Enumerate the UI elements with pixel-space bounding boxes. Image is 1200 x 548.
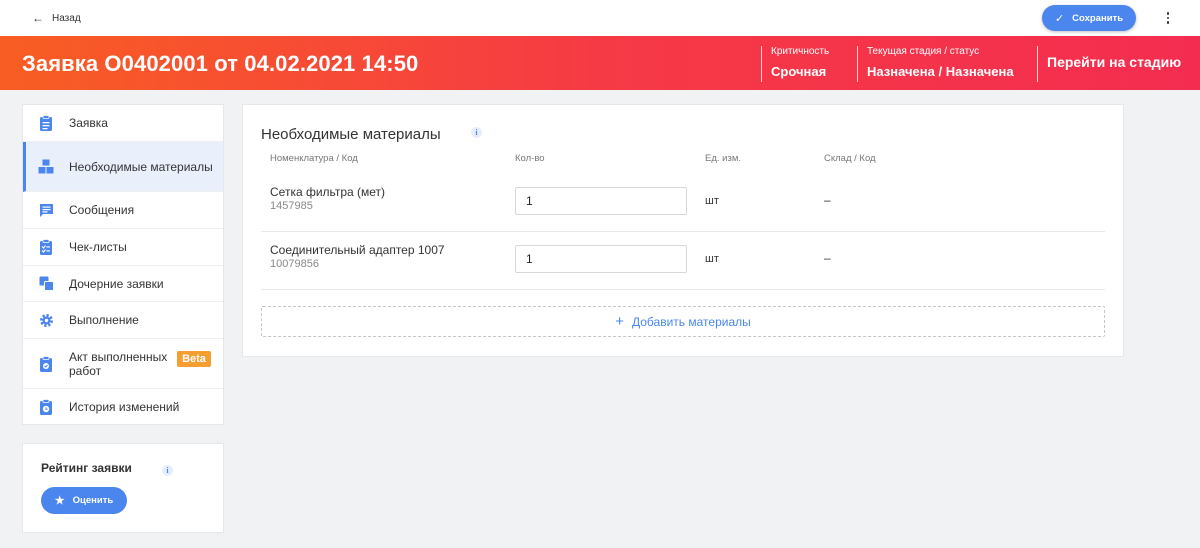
sidebar-item-request[interactable]: Заявка: [23, 105, 223, 142]
back-label: Назад: [52, 12, 81, 24]
unit-value: шт: [705, 195, 719, 207]
column-header-nomenclature: Номенклатура / Код: [270, 153, 358, 164]
page-title: Заявка O0402001 от 04.02.2021 14:50: [22, 51, 419, 76]
check-icon: ✓: [1054, 12, 1065, 25]
sidebar-item-label: Дочерние заявки: [69, 276, 164, 291]
save-label: Сохранить: [1072, 12, 1124, 24]
table-row: Сетка фильтра (мет) 1457985 шт –: [261, 174, 1105, 232]
stage-block: Текущая стадия / статус Назначена / Назн…: [857, 46, 1014, 82]
arrow-left-icon: ←: [32, 11, 44, 25]
act-icon: [38, 355, 54, 372]
criticality-value: Срочная: [771, 64, 827, 79]
sidebar-item-messages[interactable]: Сообщения: [23, 192, 223, 229]
star-icon: ★: [54, 495, 65, 507]
rating-title: Рейтинг заявки: [41, 461, 132, 475]
boxes-icon: [38, 159, 54, 175]
stock-value: –: [824, 251, 831, 265]
history-icon: [38, 398, 54, 415]
rate-button[interactable]: ★ Оценить: [41, 487, 127, 514]
unit-value: шт: [705, 253, 719, 265]
add-materials-button[interactable]: + Добавить материалы: [261, 306, 1105, 337]
sidebar-item-label: Заявка: [69, 116, 108, 130]
sidebar-item-label: Необходимые материалы: [69, 159, 213, 174]
quantity-input[interactable]: [515, 245, 687, 273]
beta-badge: Beta: [177, 351, 211, 367]
gear-icon: [38, 312, 54, 328]
rating-panel: Рейтинг заявки i ★ Оценить: [22, 443, 224, 533]
sidebar-item-history[interactable]: История изменений: [23, 389, 223, 424]
add-materials-label: Добавить материалы: [632, 314, 751, 329]
clipboard-icon: [38, 115, 54, 131]
material-name: Соединительный адаптер 1007: [270, 243, 445, 257]
goto-stage-button[interactable]: Перейти на стадию: [1037, 46, 1181, 82]
materials-title: Необходимые материалы: [261, 126, 441, 143]
sidebar-item-label: История изменений: [69, 399, 180, 414]
sidebar-item-label: Чек-листы: [69, 240, 127, 254]
top-bar: ← Назад ✓ Сохранить: [0, 0, 1200, 36]
materials-card: Необходимые материалы i Номенклатура / К…: [242, 104, 1124, 357]
sidebar-item-label: Сообщения: [69, 203, 135, 217]
sidebar-item-child-requests[interactable]: Дочерние заявки: [23, 266, 223, 302]
stage-value: Назначена / Назначена: [867, 64, 1014, 79]
material-code: 10079856: [270, 258, 319, 270]
stage-label: Текущая стадия / статус: [867, 46, 980, 57]
message-icon: [38, 202, 54, 218]
more-menu-icon[interactable]: [1160, 8, 1176, 28]
column-header-stock: Склад / Код: [824, 153, 876, 164]
criticality-block: Критичность Срочная: [761, 46, 829, 82]
sidebar-item-label: Выполнение: [69, 313, 139, 327]
stock-value: –: [824, 193, 831, 207]
plus-icon: +: [615, 313, 624, 330]
sidebar-item-materials[interactable]: Необходимые материалы: [23, 142, 223, 192]
column-header-unit: Ед. изм.: [705, 153, 741, 164]
checklist-icon: [38, 239, 54, 255]
info-icon[interactable]: i: [471, 127, 482, 138]
criticality-label: Критичность: [771, 46, 830, 57]
quantity-input[interactable]: [515, 187, 687, 215]
sidebar-item-label: Акт выполненных работ: [69, 349, 168, 378]
sidebar-item-execution[interactable]: Выполнение: [23, 302, 223, 339]
info-icon[interactable]: i: [162, 465, 173, 476]
child-requests-icon: [38, 276, 54, 292]
sidebar: Заявка Необходимые материалы Сообщения Ч…: [22, 104, 224, 425]
back-link[interactable]: ← Назад: [32, 10, 81, 26]
sidebar-item-checklists[interactable]: Чек-листы: [23, 229, 223, 266]
table-row: Соединительный адаптер 1007 10079856 шт …: [261, 232, 1105, 290]
save-button[interactable]: ✓ Сохранить: [1042, 5, 1136, 31]
sidebar-item-act[interactable]: Акт выполненных работ Beta: [23, 339, 223, 389]
column-header-qty: Кол-во: [515, 153, 545, 164]
material-name: Сетка фильтра (мет): [270, 185, 386, 199]
rate-label: Оценить: [72, 495, 114, 506]
material-code: 1457985: [270, 200, 313, 212]
request-header: Заявка O0402001 от 04.02.2021 14:50 Крит…: [0, 36, 1200, 90]
